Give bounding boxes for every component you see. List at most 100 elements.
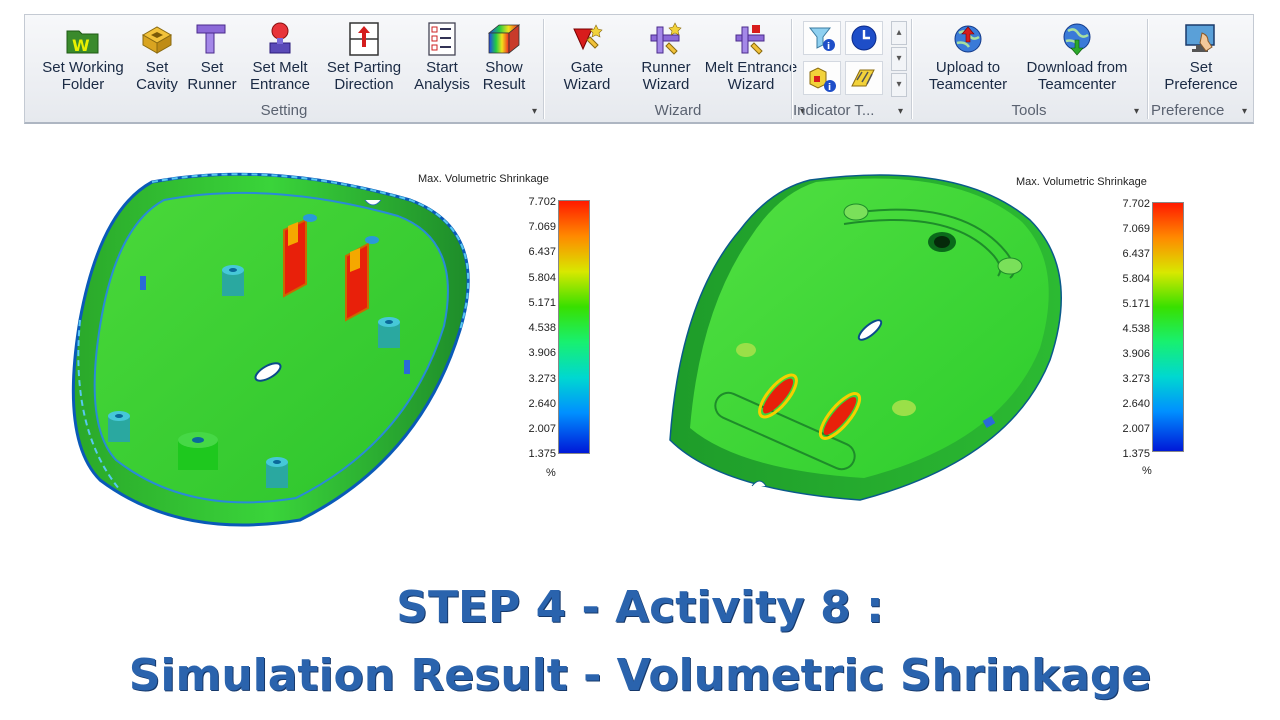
button-label: Set Working Folder: [42, 59, 124, 93]
set-working-folder-button[interactable]: W Set Working Folder: [35, 19, 131, 103]
legend-tick: 2.007: [1122, 423, 1150, 435]
legend-tick: 6.437: [1122, 248, 1150, 260]
legend-tick: 7.702: [528, 196, 556, 208]
legend-tick: 5.171: [528, 297, 556, 309]
indicator-clock-button[interactable]: [845, 21, 883, 55]
button-label: Set Runner: [187, 59, 237, 93]
set-melt-entrance-button[interactable]: Set Melt Entrance: [243, 19, 317, 103]
indicator-gallery: i i ▴ ▾ ▾: [799, 19, 911, 99]
button-label: Set Cavity: [136, 59, 178, 93]
ribbon-toolbar: W Set Working Folder Set Cavity Set Runn…: [24, 14, 1254, 124]
dialog-launcher-icon[interactable]: ▾: [532, 106, 537, 117]
gate-wizard-icon: [573, 24, 603, 51]
svg-text:i: i: [827, 42, 830, 52]
group-label-indicator: Indicator T...: [793, 102, 875, 119]
legend-tick: 3.906: [1122, 348, 1150, 360]
cavity-icon: [141, 26, 173, 54]
svg-text:W: W: [72, 36, 90, 55]
dialog-launcher-icon[interactable]: ▾: [898, 106, 903, 117]
set-preference-button[interactable]: Set Preference: [1153, 19, 1249, 103]
legend-tick: 3.906: [528, 347, 556, 359]
gallery-expand[interactable]: ▾: [891, 73, 907, 97]
color-legend-bar: [1152, 202, 1184, 452]
checklist-icon: [428, 22, 456, 56]
legend-title: Max. Volumetric Shrinkage: [418, 173, 549, 185]
svg-text:i: i: [828, 83, 831, 93]
legend-tick: 2.640: [528, 398, 556, 410]
show-result-button[interactable]: Show Result: [475, 19, 533, 103]
button-label: Gate Wizard: [563, 59, 611, 93]
legend-unit: %: [546, 467, 556, 479]
clock-icon: [851, 25, 877, 51]
set-cavity-button[interactable]: Set Cavity: [133, 19, 181, 103]
upload-to-teamcenter-button[interactable]: Upload to Teamcenter: [921, 19, 1015, 103]
button-label: Upload to Teamcenter: [928, 59, 1008, 93]
legend-tick: 5.804: [1122, 273, 1150, 285]
preference-monitor-icon: [1185, 24, 1215, 52]
part-model-cavity-side: [71, 172, 470, 527]
globe-download-icon: [1063, 23, 1091, 56]
fill-pattern-icon: [851, 69, 875, 87]
start-analysis-button[interactable]: Start Analysis: [411, 19, 473, 103]
melt-entrance-icon: [269, 22, 291, 54]
dialog-launcher-icon[interactable]: ▾: [1242, 106, 1247, 117]
indicator-fill-button[interactable]: [845, 61, 883, 95]
legend-tick: 3.273: [1122, 373, 1150, 385]
legend-tick: 5.804: [528, 272, 556, 284]
set-runner-button[interactable]: Set Runner: [185, 19, 239, 103]
legend-tick: 7.069: [1122, 223, 1150, 235]
part-info-icon: i: [809, 67, 836, 93]
melt-entrance-wizard-button[interactable]: Melt Entrance Wizard: [699, 19, 803, 103]
group-separator: [543, 19, 544, 119]
result-spectrum-icon: [487, 24, 521, 54]
button-label: Show Result: [482, 59, 526, 93]
filter-info-icon: i: [808, 27, 835, 52]
group-label-wizard: Wizard: [654, 102, 702, 119]
indicator-filter-info-button[interactable]: i: [803, 21, 841, 55]
legend-tick: 7.069: [528, 221, 556, 233]
legend-tick: 3.273: [528, 373, 556, 385]
melt-entrance-wizard-icon: [735, 25, 765, 55]
indicator-part-info-button[interactable]: i: [803, 61, 841, 95]
group-setting: W Set Working Folder Set Cavity Set Runn…: [25, 15, 543, 123]
group-wizard: Gate Wizard Runner Wizard Melt Entrance …: [545, 15, 811, 123]
legend-tick: 2.007: [528, 423, 556, 435]
group-preference: Set Preference Preference ▾: [1149, 15, 1253, 123]
legend-tick: 1.375: [528, 448, 556, 460]
group-separator: [911, 19, 912, 119]
legend-tick: 2.640: [1122, 398, 1150, 410]
globe-upload-icon: [954, 25, 982, 53]
legend-tick: 4.538: [1122, 323, 1150, 335]
group-separator: [1147, 19, 1148, 119]
group-separator: [791, 19, 792, 119]
gallery-scroll-down[interactable]: ▾: [891, 47, 907, 71]
group-tools: Upload to Teamcenter Download from Teamc…: [913, 15, 1145, 123]
folder-icon: W: [66, 30, 99, 55]
parting-direction-icon: [349, 22, 379, 56]
group-label-setting: Setting: [260, 102, 308, 119]
color-legend-bar: [558, 200, 590, 454]
group-label-preference: Preference: [1151, 102, 1225, 119]
legend-tick: 5.171: [1122, 298, 1150, 310]
gate-wizard-button[interactable]: Gate Wizard: [559, 19, 615, 103]
runner-wizard-button[interactable]: Runner Wizard: [635, 19, 697, 103]
gallery-scroll-up[interactable]: ▴: [891, 21, 907, 45]
legend-tick: 1.375: [1122, 448, 1150, 460]
legend-tick: 4.538: [528, 322, 556, 334]
set-parting-direction-button[interactable]: Set Parting Direction: [321, 19, 407, 103]
result-pane-left: Max. Volumetric Shrinkage 7.702 7.069 6.…: [60, 160, 620, 540]
result-pane-right: Max. Volumetric Shrinkage 7.702 7.069 6.…: [660, 160, 1220, 540]
legend-tick: 7.702: [1122, 198, 1150, 210]
group-indicator-tools: i i ▴ ▾ ▾ Indicator T... ▾: [793, 15, 909, 123]
group-label-tools: Tools: [1011, 102, 1047, 119]
caption-line-2: Simulation Result - Volumetric Shrinkage: [128, 650, 1152, 701]
legend-unit: %: [1142, 465, 1152, 477]
dialog-launcher-icon[interactable]: ▾: [1134, 106, 1139, 117]
button-label: Download from Teamcenter: [1026, 59, 1128, 93]
button-label: Set Parting Direction: [326, 59, 402, 93]
download-from-teamcenter-button[interactable]: Download from Teamcenter: [1017, 19, 1137, 103]
part-model-top-side: [669, 174, 1062, 501]
caption-line-1: STEP 4 - Activity 8 :: [396, 582, 884, 633]
runner-wizard-icon: [650, 22, 682, 55]
runner-icon: [196, 24, 226, 54]
